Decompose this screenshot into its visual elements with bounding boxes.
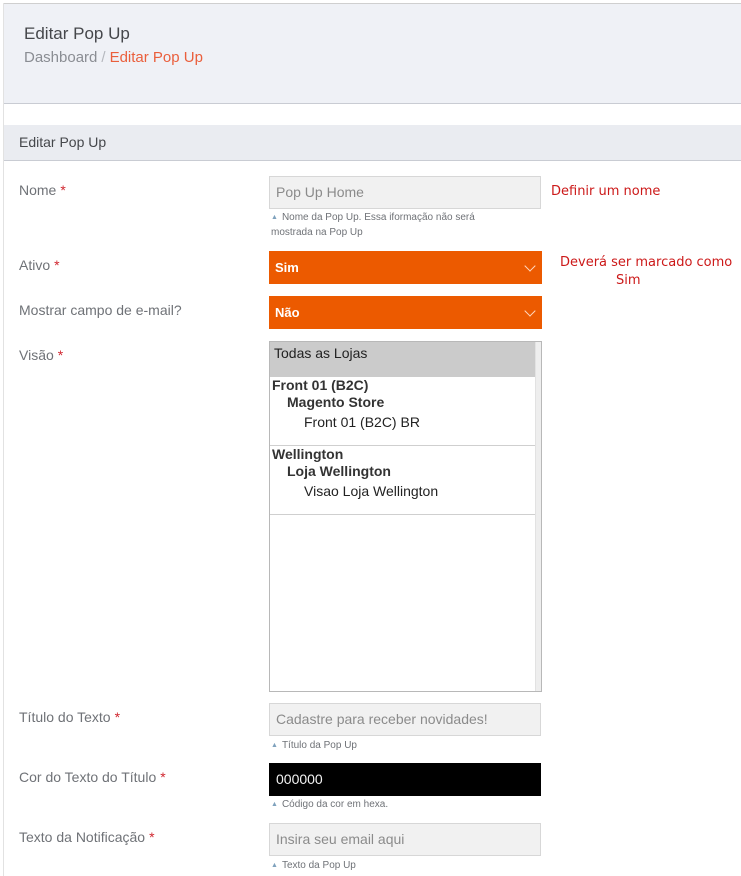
visao-option-all[interactable]: Todas as Lojas [270, 342, 537, 377]
hint-triangle-icon: ▲ [271, 862, 278, 869]
ativo-select[interactable]: Sim [269, 251, 542, 284]
required-mark: * [60, 182, 66, 198]
mostrar-email-selected-value: Não [275, 305, 300, 320]
ativo-label-text: Ativo [19, 257, 51, 273]
page-title: Editar Pop Up [24, 24, 130, 43]
visao-label: Visão * [19, 347, 63, 363]
visao-group-loja-wellington: Loja Wellington [287, 463, 391, 479]
nome-label-text: Nome [19, 182, 57, 198]
nome-input[interactable]: Pop Up Home [269, 176, 541, 209]
nome-hint: ▲ Nome da Pop Up. Essa iformação não será… [271, 210, 475, 240]
breadcrumb-current: Editar Pop Up [109, 49, 203, 66]
page-header: Editar Pop Up Dashboard / Editar Pop Up [4, 4, 741, 104]
breadcrumb: Dashboard / Editar Pop Up [24, 49, 203, 66]
nome-hint-line2: mostrada na Pop Up [271, 227, 363, 238]
titulo-texto-hint-text: Título da Pop Up [281, 740, 357, 751]
mostrar-email-select[interactable]: Não [269, 296, 542, 329]
cor-titulo-label: Cor do Texto do Título * [19, 769, 166, 785]
visao-group-magento-store: Magento Store [287, 394, 385, 410]
chevron-down-icon [524, 260, 536, 272]
visao-scrollbar[interactable] [535, 342, 541, 691]
cor-titulo-input[interactable]: 000000 [269, 763, 541, 796]
visao-multiselect[interactable]: Todas as Lojas Front 01 (B2C) Magento St… [269, 341, 542, 692]
chevron-down-icon [524, 305, 536, 317]
visao-divider [270, 514, 537, 515]
annotation-ativo-line2: Sim [616, 273, 641, 288]
hint-triangle-icon: ▲ [271, 801, 278, 808]
texto-notificacao-hint: ▲ Texto da Pop Up [271, 858, 356, 873]
visao-group-wellington: Wellington [272, 446, 344, 462]
ativo-label: Ativo * [19, 257, 60, 273]
breadcrumb-dashboard-link[interactable]: Dashboard [24, 49, 97, 66]
required-mark: * [57, 347, 64, 363]
annotation-nome: Definir um nome [551, 184, 661, 199]
texto-notificacao-label: Texto da Notificação * [19, 829, 155, 845]
required-mark: * [114, 709, 121, 725]
texto-notificacao-input[interactable]: Insira seu email aqui [269, 823, 541, 856]
visao-option-front01-br[interactable]: Front 01 (B2C) BR [304, 414, 420, 430]
titulo-texto-hint: ▲ Título da Pop Up [271, 738, 357, 753]
texto-notificacao-label-text: Texto da Notificação [19, 829, 146, 845]
visao-group-front01: Front 01 (B2C) [272, 377, 369, 393]
section-title: Editar Pop Up [19, 134, 107, 150]
required-mark: * [54, 257, 60, 273]
visao-option-visao-loja-wellington[interactable]: Visao Loja Wellington [304, 483, 438, 499]
cor-titulo-hint: ▲ Código da cor em hexa. [271, 797, 388, 812]
nome-hint-line1: Nome da Pop Up. Essa iformação não será [281, 212, 475, 223]
hint-triangle-icon: ▲ [271, 214, 278, 221]
visao-option-all-label: Todas as Lojas [274, 345, 368, 361]
required-mark: * [149, 829, 155, 845]
visao-label-text: Visão [19, 347, 54, 363]
required-mark: * [160, 769, 166, 785]
annotation-ativo-line1: Deverá ser marcado como [560, 255, 733, 270]
mostrar-email-label: Mostrar campo de e-mail? [19, 302, 182, 318]
section-header: Editar Pop Up [4, 125, 741, 161]
nome-label: Nome * [19, 182, 66, 198]
titulo-texto-input[interactable]: Cadastre para receber novidades! [269, 703, 541, 736]
titulo-texto-label-text: Título do Texto [19, 709, 111, 725]
hint-triangle-icon: ▲ [271, 742, 278, 749]
texto-notificacao-hint-text: Texto da Pop Up [281, 860, 356, 871]
breadcrumb-separator: / [101, 49, 106, 66]
cor-titulo-label-text: Cor do Texto do Título [19, 769, 157, 785]
cor-titulo-hint-text: Código da cor em hexa. [281, 799, 389, 810]
ativo-selected-value: Sim [275, 260, 299, 275]
titulo-texto-label: Título do Texto * [19, 709, 120, 725]
